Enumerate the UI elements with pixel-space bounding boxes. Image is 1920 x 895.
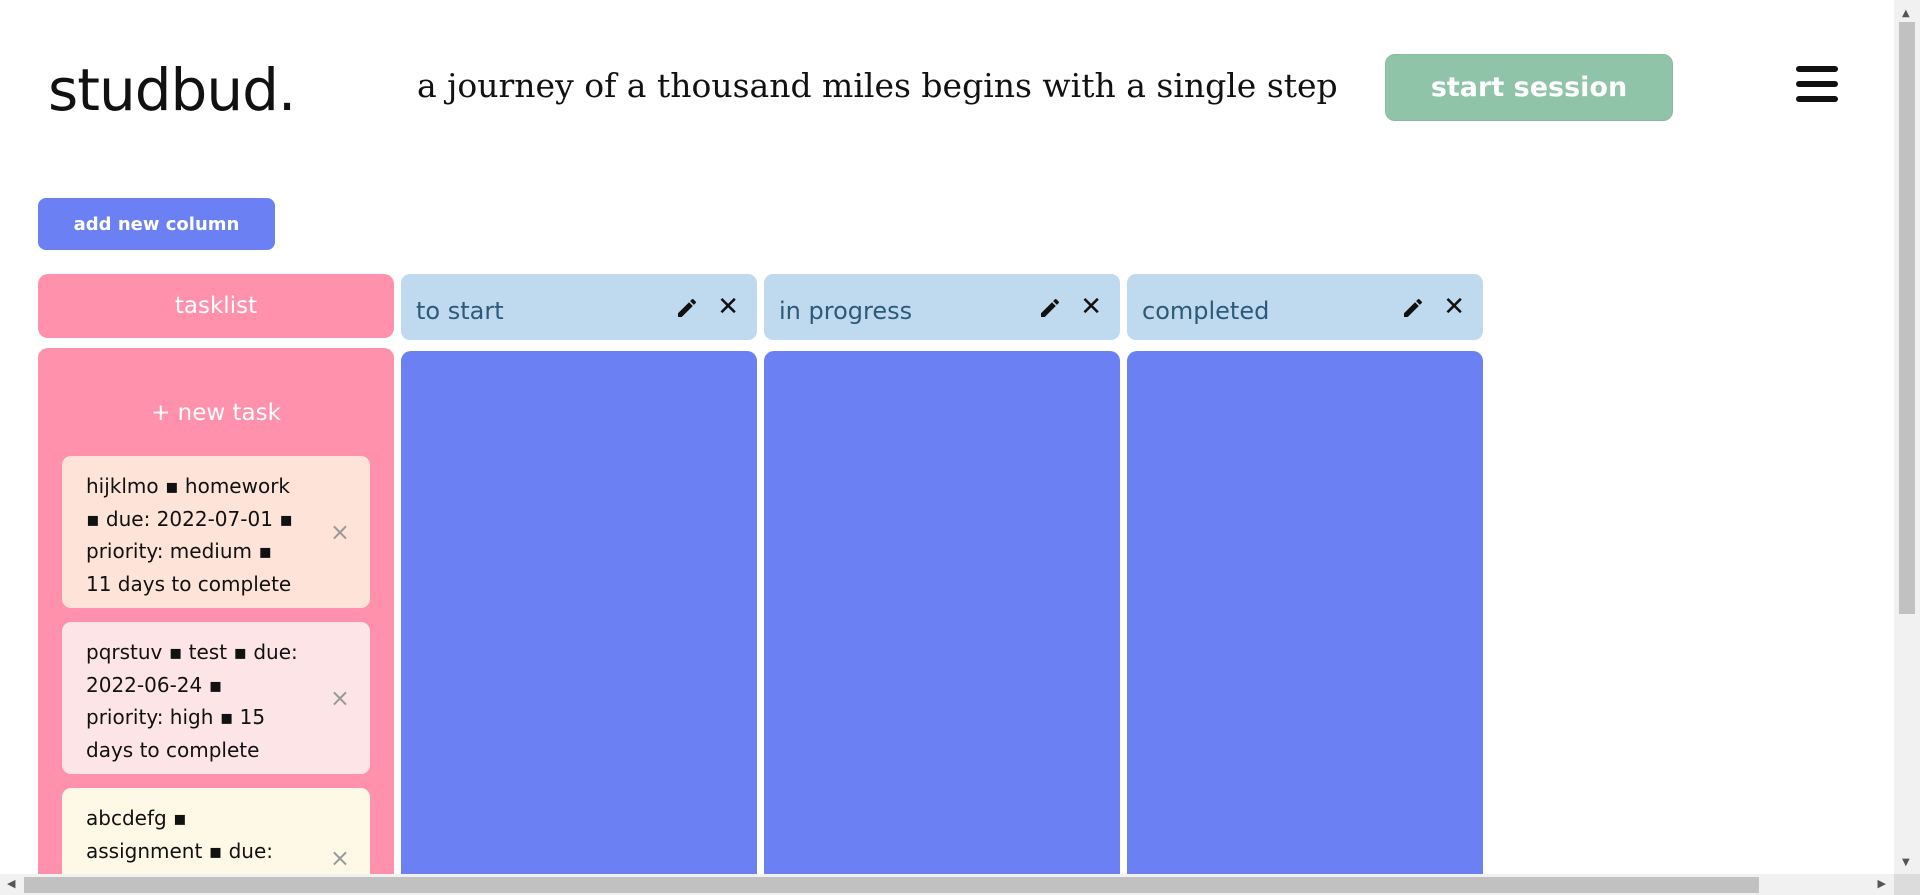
column-header-in-progress: in progress ✕ [764, 274, 1120, 340]
horizontal-scroll-thumb[interactable] [24, 877, 1759, 893]
scroll-up-icon[interactable]: ▲ [1902, 8, 1910, 19]
close-icon[interactable]: × [330, 682, 350, 715]
vertical-scroll-thumb[interactable] [1899, 22, 1915, 614]
close-icon[interactable]: ✕ [717, 294, 739, 320]
tasklist-header: tasklist [38, 274, 394, 338]
pencil-icon[interactable] [675, 296, 699, 320]
column-body-completed[interactable] [1127, 351, 1483, 895]
column-header-to-start: to start ✕ [401, 274, 757, 340]
column-body-in-progress[interactable] [764, 351, 1120, 895]
app-header: studbud. a journey of a thousand miles b… [0, 0, 1894, 180]
horizontal-scrollbar[interactable]: ◀ ▶ [0, 874, 1894, 895]
task-card-text: pqrstuv ▪ test ▪ due: 2022-06-24 ▪ prior… [86, 640, 298, 762]
scroll-right-icon[interactable]: ▶ [1878, 877, 1886, 890]
column-title: completed [1142, 297, 1270, 325]
scroll-left-icon[interactable]: ◀ [7, 877, 15, 890]
start-session-button[interactable]: start session [1385, 54, 1673, 121]
tasklist-column: + new task hijklmo ▪ homework ▪ due: 202… [38, 348, 394, 895]
column-header-completed: completed ✕ [1127, 274, 1483, 340]
hamburger-menu-icon[interactable] [1796, 66, 1838, 108]
scroll-down-icon[interactable]: ▼ [1902, 857, 1910, 868]
task-card-text: hijklmo ▪ homework ▪ due: 2022-07-01 ▪ p… [86, 474, 293, 596]
scrollbar-corner [1894, 874, 1920, 895]
new-task-button[interactable]: + new task [38, 400, 394, 426]
app-logo[interactable]: studbud. [48, 56, 296, 124]
task-card[interactable]: pqrstuv ▪ test ▪ due: 2022-06-24 ▪ prior… [62, 622, 370, 774]
close-icon[interactable]: × [330, 516, 350, 549]
close-icon[interactable]: × [330, 842, 350, 875]
close-icon[interactable]: ✕ [1080, 294, 1102, 320]
column-title: to start [416, 297, 504, 325]
pencil-icon[interactable] [1401, 296, 1425, 320]
vertical-scrollbar[interactable]: ▲ ▼ [1894, 0, 1920, 874]
add-new-column-button[interactable]: add new column [38, 198, 275, 250]
pencil-icon[interactable] [1038, 296, 1062, 320]
column-body-to-start[interactable] [401, 351, 757, 895]
motivational-quote: a journey of a thousand miles begins wit… [417, 66, 1338, 105]
column-title: in progress [779, 297, 913, 325]
task-card[interactable]: hijklmo ▪ homework ▪ due: 2022-07-01 ▪ p… [62, 456, 370, 608]
close-icon[interactable]: ✕ [1443, 294, 1465, 320]
